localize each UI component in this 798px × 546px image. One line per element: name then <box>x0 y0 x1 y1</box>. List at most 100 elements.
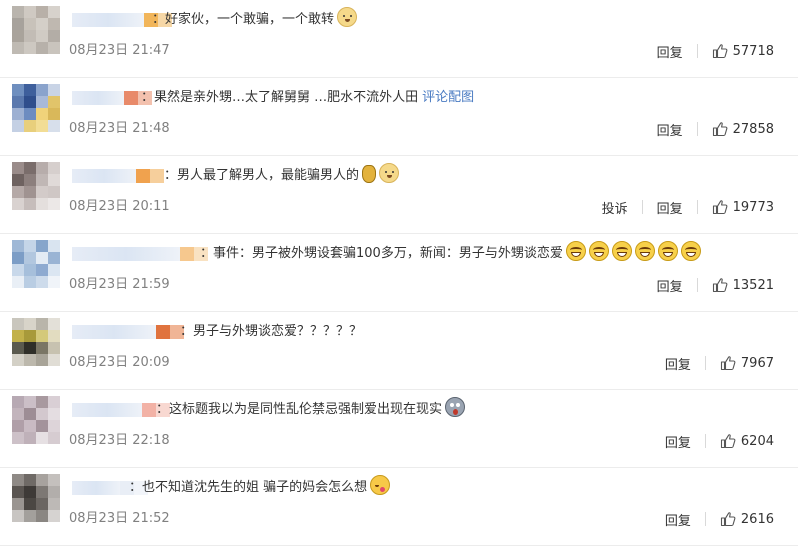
comment-body: 好家伙，一个敢骗，一个敢转 <box>165 12 335 27</box>
username[interactable] <box>72 166 164 186</box>
username[interactable] <box>72 244 208 264</box>
comment-text: ： 果然是亲外甥…太了解舅舅 …肥水不流外人田 评论配图 <box>141 88 474 108</box>
comment-timestamp: 08月23日 20:09 <box>69 354 170 372</box>
username-pixel <box>156 325 170 339</box>
avatar-pixel <box>36 240 48 252</box>
avatar-pixel <box>36 162 48 174</box>
comment-actions: 回复 7967 <box>665 352 774 374</box>
reply-button[interactable]: 回复 <box>657 276 683 295</box>
avatar-pixel <box>12 96 24 108</box>
comment-image-link[interactable]: 评论配图 <box>422 88 474 108</box>
bag-emoji-icon <box>362 164 377 183</box>
comment-list: ： 好家伙，一个敢骗，一个敢转 08月23日 21:47 回复 57718 ： … <box>0 0 798 546</box>
comment-time: 20:11 <box>132 199 170 214</box>
name-separator: ： <box>129 480 143 495</box>
avatar[interactable] <box>12 6 60 54</box>
avatar-pixel <box>24 108 36 120</box>
avatar-pixel <box>12 162 24 174</box>
avatar[interactable] <box>12 474 60 522</box>
comment-actions: 回复 13521 <box>657 274 774 296</box>
avatar[interactable] <box>12 84 60 132</box>
avatar-pixel <box>12 318 24 330</box>
avatar-pixel <box>48 396 60 408</box>
comment-timestamp: 08月23日 20:11 <box>69 198 170 216</box>
comment-body: 这标题我以为是同性乱伦禁忌强制爱出现在现实 <box>169 402 443 417</box>
comment-time: 21:47 <box>132 43 170 58</box>
reply-button[interactable]: 回复 <box>665 354 691 373</box>
comment-timestamp: 08月23日 21:59 <box>69 276 170 294</box>
comment-actions: 回复 57718 <box>657 40 774 62</box>
avatar-pixel <box>36 432 48 444</box>
reply-button[interactable]: 回复 <box>665 432 691 451</box>
avatar-pixel <box>24 432 36 444</box>
username[interactable] <box>72 322 184 342</box>
username-pixel <box>142 403 156 417</box>
avatar[interactable] <box>12 318 60 366</box>
laugh-emoji-icon <box>588 240 609 261</box>
comment-actions: 回复 2616 <box>665 508 774 530</box>
action-divider <box>704 434 706 448</box>
avatar-pixel <box>12 432 24 444</box>
avatar-pixel <box>12 84 24 96</box>
like-button[interactable]: 6204 <box>720 433 774 449</box>
avatar-pixel <box>48 174 60 186</box>
kiss-emoji-icon <box>370 474 391 495</box>
avatar[interactable] <box>12 240 60 288</box>
comment-time: 22:18 <box>132 433 170 448</box>
like-button[interactable]: 27858 <box>712 121 774 137</box>
name-separator: ： <box>152 12 166 27</box>
avatar-pixel <box>12 252 24 264</box>
laugh-emoji-icon <box>565 240 586 261</box>
name-separator: ： <box>141 90 155 105</box>
laugh-emoji-icon <box>634 240 655 261</box>
avatar-pixel <box>48 276 60 288</box>
avatar-pixel <box>36 498 48 510</box>
like-count: 13521 <box>732 277 774 293</box>
like-button[interactable]: 57718 <box>712 43 774 59</box>
reply-button[interactable]: 回复 <box>665 510 691 529</box>
username-blurred <box>72 481 120 495</box>
avatar-pixel <box>12 30 24 42</box>
like-button[interactable]: 19773 <box>712 199 774 215</box>
avatar[interactable] <box>12 162 60 210</box>
comment-item: ： 男人最了解男人，最能骗男人的 08月23日 20:11 投诉 回复 1977… <box>0 156 798 234</box>
comment-date: 08月23日 <box>69 511 129 526</box>
avatar-pixel <box>12 486 24 498</box>
like-button[interactable]: 2616 <box>720 511 774 527</box>
comment-time: 21:59 <box>132 277 170 292</box>
avatar-pixel <box>24 198 36 210</box>
emoji-group <box>442 396 466 424</box>
report-button[interactable]: 投诉 <box>602 198 628 217</box>
avatar-pixel <box>12 108 24 120</box>
thumbs-up-icon <box>712 200 728 215</box>
avatar[interactable] <box>12 396 60 444</box>
reply-button[interactable]: 回复 <box>657 42 683 61</box>
comment-text: ： 好家伙，一个敢骗，一个敢转 <box>152 6 361 30</box>
avatar-pixel <box>48 510 60 522</box>
comment-date: 08月23日 <box>69 355 129 370</box>
reply-button[interactable]: 回复 <box>657 198 683 217</box>
username[interactable] <box>72 88 152 108</box>
avatar-pixel <box>24 396 36 408</box>
avatar-pixel <box>48 318 60 330</box>
comment-body: 果然是亲外甥…太了解舅舅 …肥水不流外人田 <box>154 90 419 105</box>
action-divider <box>696 200 698 214</box>
avatar-pixel <box>36 42 48 54</box>
username-pixel <box>180 247 194 261</box>
like-button[interactable]: 7967 <box>720 355 774 371</box>
comment-item: ： 也不知道沈先生的姐 骗子的妈会怎么想 08月23日 21:52 回复 261… <box>0 468 798 546</box>
avatar-pixel <box>48 18 60 30</box>
avatar-pixel <box>48 6 60 18</box>
avatar-pixel <box>24 162 36 174</box>
reply-button[interactable]: 回复 <box>657 120 683 139</box>
avatar-pixel <box>36 330 48 342</box>
username-blurred <box>72 325 156 339</box>
comment-timestamp: 08月23日 21:52 <box>69 510 170 528</box>
avatar-pixel <box>36 264 48 276</box>
username-pixel <box>136 169 150 183</box>
avatar-pixel <box>24 18 36 30</box>
comment-body: 事件：男子被外甥设套骗100多万，新闻：男子与外甥谈恋爱 <box>213 246 563 261</box>
like-button[interactable]: 13521 <box>712 277 774 293</box>
avatar-pixel <box>36 108 48 120</box>
avatar-pixel <box>24 276 36 288</box>
